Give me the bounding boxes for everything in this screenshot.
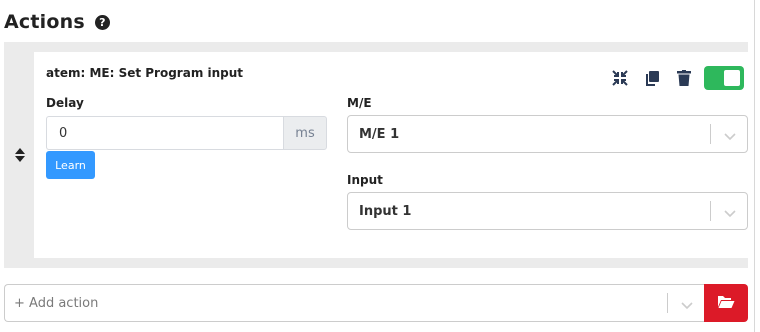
question-circle-icon[interactable]: ? — [94, 14, 110, 30]
delay-field: 0 ms — [46, 116, 327, 150]
select-separator — [667, 293, 668, 313]
add-action-placeholder: + Add action — [14, 295, 99, 311]
enabled-toggle[interactable] — [704, 66, 744, 90]
import-action-button[interactable] — [704, 284, 748, 322]
action-toolbar — [612, 66, 744, 90]
action-item: atem: ME: Set Program input Delay 0 ms L… — [34, 52, 748, 258]
input-label: Input — [347, 173, 383, 187]
page-title: Actions — [4, 11, 85, 33]
actions-header: Actions ? — [4, 8, 110, 36]
chevron-down-icon[interactable] — [723, 128, 737, 141]
toggle-knob — [724, 70, 740, 86]
action-list: atem: ME: Set Program input Delay 0 ms L… — [4, 42, 748, 268]
copy-icon[interactable] — [644, 70, 660, 86]
scrollbar-edge — [754, 0, 755, 332]
delay-unit: ms — [283, 116, 327, 150]
input-select[interactable]: Input 1 — [347, 192, 748, 230]
drag-handle-icon[interactable] — [14, 147, 26, 163]
chevron-down-icon[interactable] — [680, 297, 694, 310]
compress-icon[interactable] — [612, 70, 628, 86]
input-select-value: Input 1 — [359, 203, 412, 219]
me-select[interactable]: M/E 1 — [347, 115, 748, 153]
chevron-down-icon[interactable] — [723, 205, 737, 218]
select-separator — [710, 201, 711, 221]
me-label: M/E — [347, 96, 372, 110]
action-name: atem: ME: Set Program input — [46, 66, 244, 80]
delay-input[interactable]: 0 — [46, 116, 283, 150]
trash-icon[interactable] — [676, 70, 692, 86]
select-separator — [710, 124, 711, 144]
delay-label: Delay — [46, 96, 84, 110]
learn-button[interactable]: Learn — [46, 151, 95, 179]
me-select-value: M/E 1 — [359, 126, 400, 142]
add-action-select[interactable]: + Add action — [4, 284, 704, 322]
folder-open-icon — [717, 294, 735, 313]
